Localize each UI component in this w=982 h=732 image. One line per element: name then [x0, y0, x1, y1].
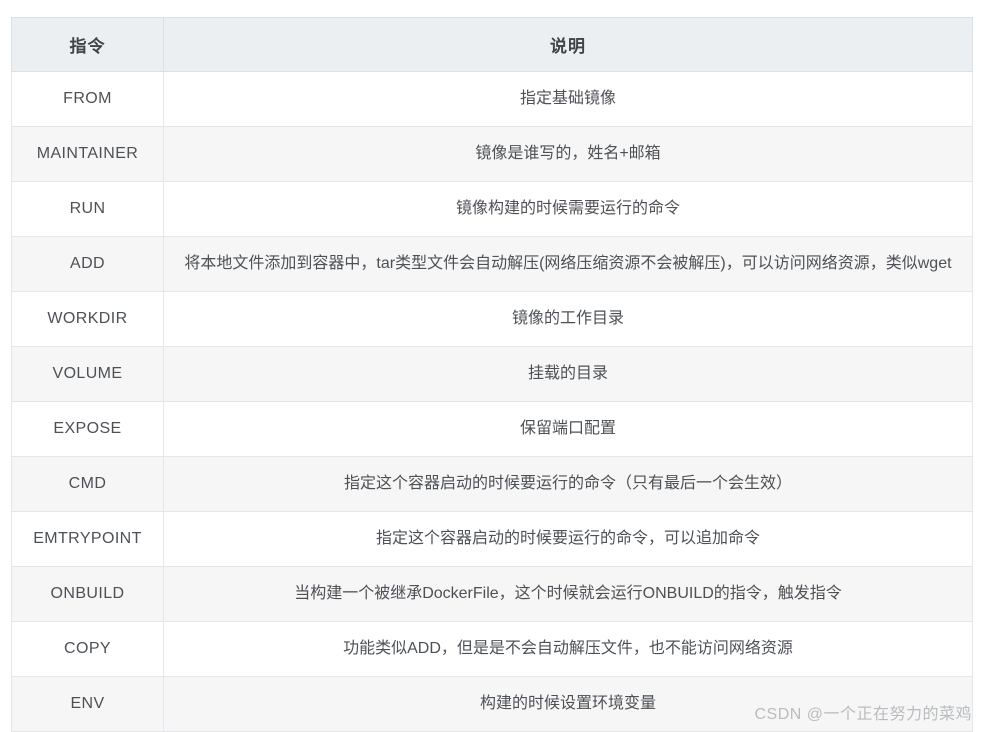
description-text: 将本地文件添加到容器中，tar类型文件会自动解压(网络压缩资源不会被解压)，可以… [184, 255, 952, 272]
cell-command: EMTRYPOINT [11, 511, 164, 567]
cell-description: 功能类似ADD，但是是不会自动解压文件，也不能访问网络资源 [163, 621, 973, 677]
column-header-command: 指令 [11, 17, 164, 72]
cell-command: FROM [11, 71, 164, 127]
cell-command: ONBUILD [11, 566, 164, 622]
cell-command: EXPOSE [11, 401, 164, 457]
csdn-watermark: CSDN @一个正在努力的菜鸡 [754, 706, 972, 723]
table-row: MAINTAINER 镜像是谁写的，姓名+邮箱 [11, 126, 973, 182]
description-text: 指定这个容器启动的时候要运行的命令，可以追加命令 [375, 530, 760, 547]
cell-description: 指定基础镜像 [163, 71, 973, 127]
description-text: 当构建一个被继承DockerFile，这个时候就会运行ONBUILD的指令，触发… [294, 585, 842, 602]
table-row: EMTRYPOINT 指定这个容器启动的时候要运行的命令，可以追加命令 [11, 511, 973, 567]
table-row: CMD 指定这个容器启动的时候要运行的命令（只有最后一个会生效） [11, 456, 973, 512]
dockerfile-instructions-table: 指令 说明 FROM 指定基础镜像 MAINTAINER 镜像是谁写的，姓名+邮箱 RU… [11, 17, 973, 732]
cell-description: 镜像的工作目录 [163, 291, 973, 347]
cell-description: 当构建一个被继承DockerFile，这个时候就会运行ONBUILD的指令，触发… [163, 566, 973, 622]
cell-description: 镜像构建的时候需要运行的命令 [163, 181, 973, 237]
table-row: FROM 指定基础镜像 [11, 71, 973, 127]
cell-description: 保留端口配置 [163, 401, 973, 457]
description-text: 挂载的目录 [527, 365, 608, 382]
cell-command: RUN [11, 181, 164, 237]
description-text: 指定这个容器启动的时候要运行的命令（只有最后一个会生效） [343, 475, 792, 492]
description-text: 镜像构建的时候需要运行的命令 [455, 200, 680, 217]
cell-command: CMD [11, 456, 164, 512]
cell-description: 将本地文件添加到容器中，tar类型文件会自动解压(网络压缩资源不会被解压)，可以… [163, 236, 973, 292]
cell-command: VOLUME [11, 346, 164, 402]
cell-command: ADD [11, 236, 164, 292]
cell-command: COPY [11, 621, 164, 677]
table-row: WORKDIR 镜像的工作目录 [11, 291, 973, 347]
table-row: COPY 功能类似ADD，但是是不会自动解压文件，也不能访问网络资源 [11, 621, 973, 677]
table-row: EXPOSE 保留端口配置 [11, 401, 973, 457]
table-body: FROM 指定基础镜像 MAINTAINER 镜像是谁写的，姓名+邮箱 RUN 镜像构建的… [11, 71, 973, 732]
description-text: 功能类似ADD，但是是不会自动解压文件，也不能访问网络资源 [343, 640, 793, 657]
cell-description: 挂载的目录 [163, 346, 973, 402]
description-text: 指定基础镜像 [519, 90, 616, 107]
cell-command: WORKDIR [11, 291, 164, 347]
table-row: VOLUME 挂载的目录 [11, 346, 973, 402]
table-header-row: 指令 说明 [11, 17, 973, 72]
table-row: ONBUILD 当构建一个被继承DockerFile，这个时候就会运行ONBUIL… [11, 566, 973, 622]
cell-description: 指定这个容器启动的时候要运行的命令（只有最后一个会生效） [163, 456, 973, 512]
description-text: 镜像的工作目录 [511, 310, 624, 327]
column-header-description: 说明 [163, 17, 973, 72]
description-text: 镜像是谁写的，姓名+邮箱 [475, 145, 661, 162]
cell-description: 镜像是谁写的，姓名+邮箱 [163, 126, 973, 182]
dockerfile-instructions-table-container: 指令 说明 FROM 指定基础镜像 MAINTAINER 镜像是谁写的，姓名+邮箱 RU… [11, 17, 973, 732]
table-row: RUN 镜像构建的时候需要运行的命令 [11, 181, 973, 237]
description-text: 保留端口配置 [519, 420, 616, 437]
cell-command: MAINTAINER [11, 126, 164, 182]
cell-command: ENV [11, 676, 164, 732]
table-header: 指令 说明 [11, 17, 973, 72]
cell-description: 指定这个容器启动的时候要运行的命令，可以追加命令 [163, 511, 973, 567]
table-row: ADD 将本地文件添加到容器中，tar类型文件会自动解压(网络压缩资源不会被解压)… [11, 236, 973, 292]
